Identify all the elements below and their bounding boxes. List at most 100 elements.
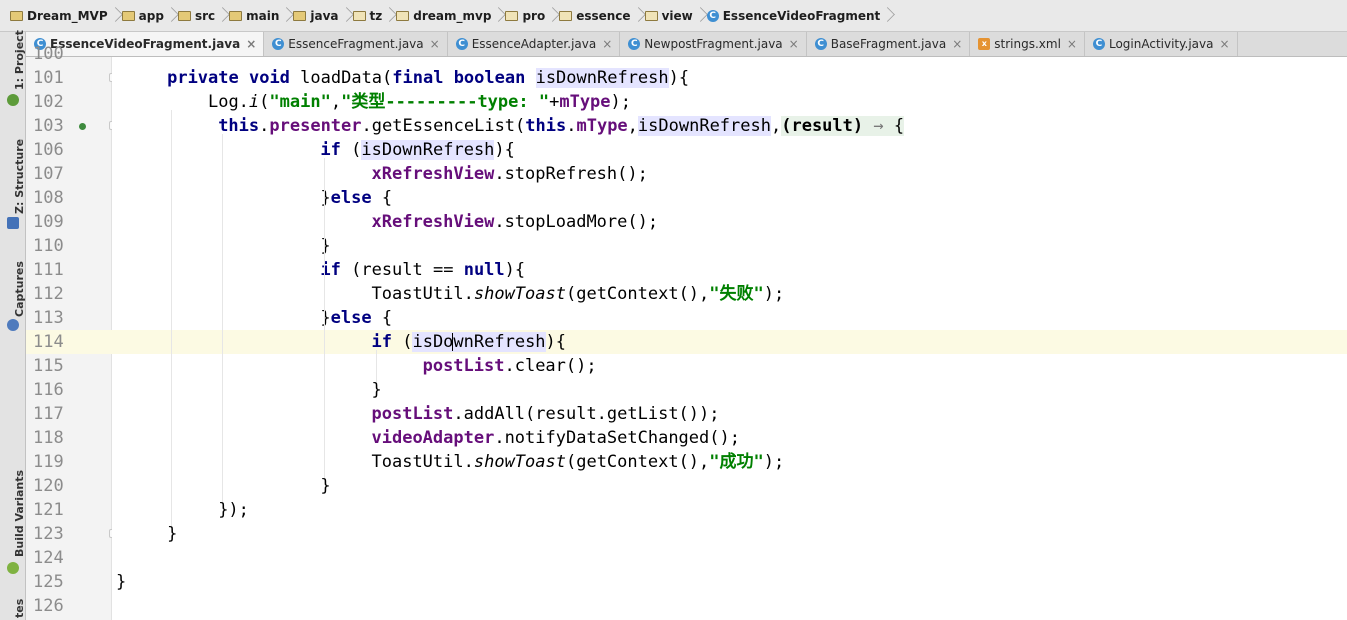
code-line[interactable]: private void loadData(final boolean isDo…	[112, 66, 1347, 90]
package-icon	[505, 10, 519, 21]
code-token: (getContext(),	[565, 452, 710, 472]
line-number: 108	[33, 188, 64, 208]
implementation-marker-icon[interactable]	[79, 123, 86, 130]
breadcrumb-item[interactable]: main	[229, 0, 279, 32]
code-text: }else {	[320, 306, 392, 330]
code-line[interactable]	[112, 594, 1347, 618]
code-token: }	[167, 524, 178, 544]
code-token: ){	[504, 260, 526, 280]
line-number: 109	[33, 212, 64, 232]
close-tab-icon[interactable]: ×	[1219, 37, 1229, 51]
line-number: 106	[33, 140, 64, 160]
code-token: +	[549, 92, 560, 112]
close-tab-icon[interactable]: ×	[789, 37, 799, 51]
code-text: ToastUtil.showToast(getContext(),"失败");	[372, 282, 785, 306]
close-tab-icon[interactable]: ×	[602, 37, 612, 51]
breadcrumb-item[interactable]: essence	[559, 0, 631, 32]
code-line[interactable]: if (isDownRefresh){	[112, 330, 1347, 354]
line-number: 115	[33, 356, 64, 376]
code-text: }	[320, 474, 330, 498]
tool-window-strip: 1: Project Z: Structure Captures Build V…	[0, 30, 26, 620]
code-line[interactable]: ToastUtil.showToast(getContext(),"失败");	[112, 282, 1347, 306]
editor-tab[interactable]: C EssenceFragment.java ×	[264, 32, 448, 56]
code-line[interactable]: if (isDownRefresh){	[112, 138, 1347, 162]
code-line[interactable]: }	[112, 570, 1347, 594]
code-editor[interactable]: private void loadData(final boolean isDo…	[112, 57, 1347, 620]
code-line[interactable]	[112, 546, 1347, 570]
breadcrumb-separator	[385, 0, 393, 32]
code-line[interactable]: postList.addAll(result.getList());	[112, 402, 1347, 426]
gutter-line: 124	[26, 546, 112, 570]
code-token: loadData(	[300, 68, 393, 88]
breadcrumb-item[interactable]: tz	[352, 0, 382, 32]
android-icon	[7, 562, 19, 574]
structure-tool-button[interactable]: Z: Structure	[13, 139, 26, 214]
gutter-line: 109	[26, 210, 112, 234]
class-icon: C	[1092, 38, 1105, 50]
code-token: isDownRefresh	[637, 116, 771, 136]
code-line[interactable]: }	[112, 474, 1347, 498]
code-token: else	[330, 308, 382, 328]
breadcrumb-item[interactable]: src	[177, 0, 215, 32]
code-line[interactable]: }else {	[112, 186, 1347, 210]
breadcrumb-item[interactable]: java	[293, 0, 339, 32]
code-line[interactable]: xRefreshView.stopRefresh();	[112, 162, 1347, 186]
code-token: );	[763, 284, 785, 304]
code-line[interactable]: Log.i("main","类型---------type: "+mType);	[112, 90, 1347, 114]
code-token: });	[218, 500, 249, 520]
code-line[interactable]: ToastUtil.showToast(getContext(),"成功");	[112, 450, 1347, 474]
code-line[interactable]: }else {	[112, 306, 1347, 330]
code-token: }	[320, 476, 331, 496]
code-line[interactable]: }	[112, 378, 1347, 402]
breadcrumb-item[interactable]: pro	[505, 0, 545, 32]
gutter-line: 125	[26, 570, 112, 594]
captures-icon	[7, 319, 19, 331]
code-line[interactable]: videoAdapter.notifyDataSetChanged();	[112, 426, 1347, 450]
code-token: "类型---------type: "	[341, 92, 550, 112]
xml-file-icon: x	[978, 38, 991, 50]
code-line[interactable]	[112, 57, 1347, 66]
breadcrumb-label: pro	[522, 8, 546, 23]
line-number: 102	[33, 92, 64, 112]
breadcrumb-item[interactable]: dream_mvp	[396, 0, 491, 32]
code-token: .stopLoadMore();	[494, 212, 659, 232]
line-number: 114	[33, 332, 64, 352]
indent-guide	[375, 350, 377, 382]
breadcrumb-separator	[548, 0, 556, 32]
editor-tab[interactable]: x strings.xml ×	[970, 32, 1085, 56]
breadcrumb-item[interactable]: Dream_MVP	[10, 0, 108, 32]
breadcrumb-item[interactable]: app	[121, 0, 164, 32]
code-line[interactable]: this.presenter.getEssenceList(this.mType…	[112, 114, 1347, 138]
close-tab-icon[interactable]: ×	[952, 37, 962, 51]
editor-tab[interactable]: C BaseFragment.java ×	[807, 32, 971, 56]
close-tab-icon[interactable]: ×	[1067, 37, 1077, 51]
code-line[interactable]: });	[112, 498, 1347, 522]
code-line[interactable]: xRefreshView.stopLoadMore();	[112, 210, 1347, 234]
breadcrumb-item[interactable]: C EssenceVideoFragment	[706, 0, 880, 32]
captures-tool-button[interactable]: Captures	[13, 261, 26, 317]
project-tool-button[interactable]: 1: Project	[13, 30, 26, 90]
editor-tab[interactable]: C EssenceAdapter.java ×	[448, 32, 621, 56]
indent-guide	[222, 134, 224, 502]
code-token: ,	[330, 92, 342, 112]
code-line[interactable]: }	[112, 234, 1347, 258]
code-token: }	[116, 572, 127, 592]
build-variants-tool-button[interactable]: Build Variants	[13, 470, 26, 557]
close-tab-icon[interactable]: ×	[246, 37, 256, 51]
breadcrumb-separator	[167, 0, 175, 32]
module-folder-icon	[121, 10, 135, 21]
code-token: );	[763, 452, 785, 472]
structure-icon	[7, 217, 19, 229]
breadcrumb-item[interactable]: view	[644, 0, 693, 32]
folder-icon	[177, 10, 191, 21]
code-line[interactable]: }	[112, 522, 1347, 546]
close-tab-icon[interactable]: ×	[430, 37, 440, 51]
editor-tab[interactable]: C NewpostFragment.java ×	[620, 32, 807, 56]
editor-tab[interactable]: C LoginActivity.java ×	[1085, 32, 1238, 56]
code-line[interactable]: if (result == null){	[112, 258, 1347, 282]
code-line[interactable]: postList.clear();	[112, 354, 1347, 378]
gutter-line: 108	[26, 186, 112, 210]
favorites-tool-button[interactable]: tes	[13, 599, 26, 618]
code-token: mType	[576, 116, 628, 136]
code-token: ToastUtil.	[371, 284, 474, 304]
